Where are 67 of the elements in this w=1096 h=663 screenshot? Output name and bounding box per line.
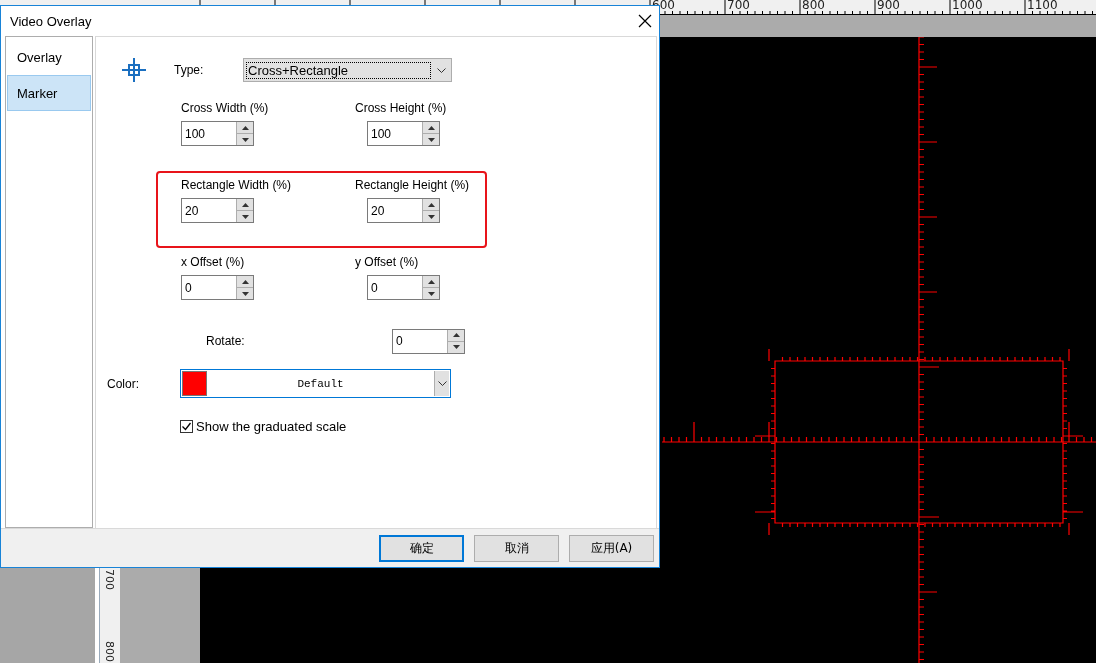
close-icon	[637, 13, 653, 29]
number-field[interactable]: 20	[181, 198, 254, 223]
triangle-down-icon	[241, 214, 249, 219]
number-field[interactable]: 100	[181, 121, 254, 146]
dialog-button[interactable]: 取消	[474, 534, 559, 562]
type-label: Type:	[174, 63, 205, 77]
triangle-up-icon	[241, 279, 249, 284]
triangle-down-icon	[241, 137, 249, 142]
color-label: Color:	[107, 376, 140, 391]
number-field[interactable]: 0	[181, 275, 254, 300]
triangle-down-icon	[427, 291, 435, 296]
triangle-up-icon	[427, 125, 435, 130]
spin-down-button[interactable]	[423, 288, 439, 299]
ruler-label: 700	[727, 0, 750, 12]
triangle-up-icon	[427, 202, 435, 207]
checkbox[interactable]	[180, 420, 193, 433]
ruler-label: 700	[103, 569, 116, 590]
dialog-button[interactable]: 确定	[379, 534, 464, 562]
number-field[interactable]: 0	[367, 275, 440, 300]
checkbox-label: Show the graduated scale	[196, 419, 347, 434]
checkmark-icon	[181, 421, 192, 432]
spin-down-button[interactable]	[237, 211, 253, 222]
dialog-button[interactable]: 应用(A)	[569, 534, 654, 562]
spin-up-button[interactable]	[423, 199, 439, 211]
spin-down-button[interactable]	[237, 288, 253, 299]
rotate-label: Rotate:	[206, 334, 246, 348]
window-title: Video Overlay	[10, 13, 92, 29]
crosshair-icon	[121, 57, 147, 83]
number-field[interactable]: 0	[392, 328, 465, 354]
ruler-label: 1000	[952, 0, 983, 12]
chevron-down-icon	[437, 381, 447, 386]
ruler-label: 800	[802, 0, 825, 12]
nav-item[interactable]: Marker	[7, 75, 91, 111]
triangle-up-icon	[241, 202, 249, 207]
field-label: Cross Width (%)	[181, 101, 270, 115]
field-label: y Offset (%)	[355, 255, 420, 269]
field-label: x Offset (%)	[181, 255, 246, 269]
spin-down-button[interactable]	[448, 341, 464, 353]
field-label: Rectangle Width (%)	[181, 178, 293, 192]
triangle-up-icon	[452, 333, 460, 337]
spin-up-button[interactable]	[237, 199, 253, 211]
triangle-down-icon	[427, 137, 435, 142]
triangle-down-icon	[452, 345, 460, 349]
color-dropdown[interactable]: Default	[180, 369, 451, 398]
spin-down-button[interactable]	[237, 134, 253, 145]
triangle-down-icon	[241, 291, 249, 296]
close-button[interactable]	[637, 13, 653, 29]
type-dropdown[interactable]: Cross+Rectangle	[243, 58, 452, 82]
chevron-down-icon	[437, 67, 446, 73]
spin-down-button[interactable]	[423, 211, 439, 222]
spin-up-button[interactable]	[237, 122, 253, 134]
spin-up-button[interactable]	[423, 122, 439, 134]
number-field[interactable]: 100	[367, 121, 440, 146]
triangle-down-icon	[427, 214, 435, 219]
ruler-label: 800	[103, 641, 116, 662]
ruler-label: 1100	[1027, 0, 1058, 12]
number-field[interactable]: 20	[367, 198, 440, 223]
ruler-label: 900	[877, 0, 900, 12]
spin-up-button[interactable]	[237, 276, 253, 288]
spin-up-button[interactable]	[448, 329, 464, 342]
spin-down-button[interactable]	[423, 134, 439, 145]
nav-item[interactable]: Overlay	[7, 39, 91, 75]
triangle-up-icon	[241, 125, 249, 130]
field-label: Cross Height (%)	[355, 101, 448, 115]
field-label: Rectangle Height (%)	[355, 178, 471, 192]
triangle-up-icon	[427, 279, 435, 284]
spin-up-button[interactable]	[423, 276, 439, 288]
